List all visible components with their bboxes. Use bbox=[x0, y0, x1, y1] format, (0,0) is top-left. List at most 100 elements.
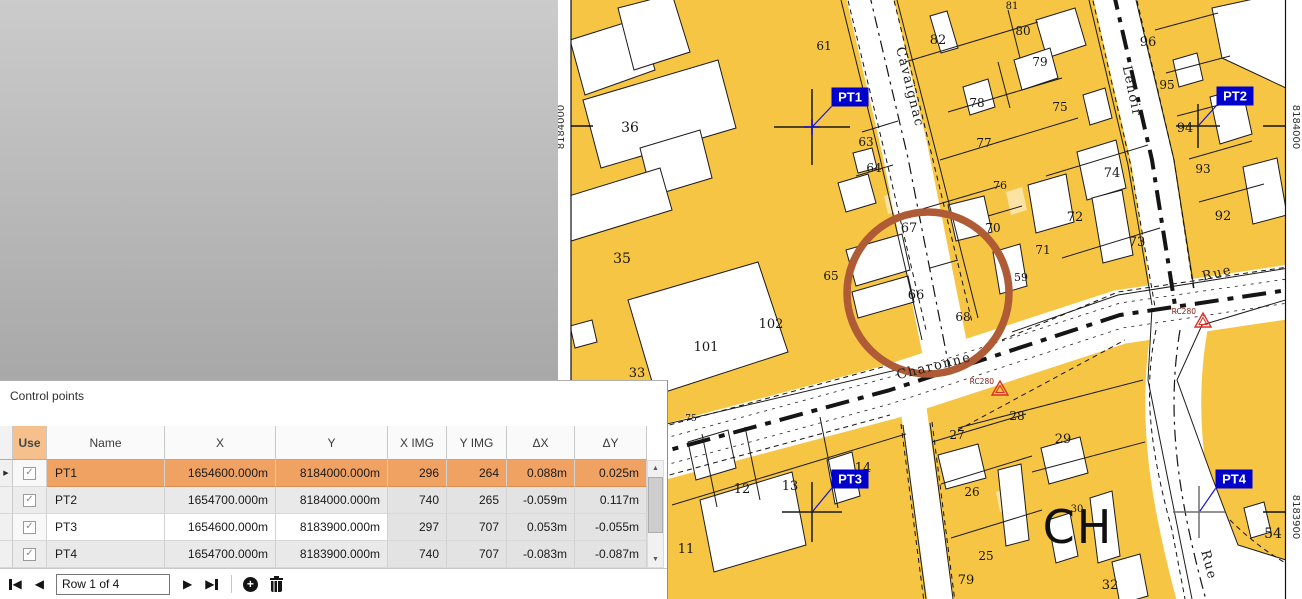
use-cell: ✓ bbox=[13, 487, 47, 514]
column-header-use[interactable]: Use bbox=[13, 426, 47, 460]
parcel-label: 77 bbox=[976, 136, 991, 150]
table-scrollbar[interactable]: ▲ ▼ bbox=[647, 460, 664, 568]
toolbar-separator bbox=[231, 575, 232, 593]
cell-name[interactable]: PT4 bbox=[47, 541, 165, 568]
coordinate-label: 8183900 bbox=[1290, 495, 1301, 540]
parcel-label: 73 bbox=[1129, 235, 1146, 250]
first-bar-icon bbox=[9, 579, 12, 590]
parcel-label: 75 bbox=[685, 414, 697, 424]
cell-δx[interactable]: -0.083m bbox=[507, 541, 575, 568]
cell-x-img[interactable]: 297 bbox=[388, 514, 447, 541]
cell-y[interactable]: 8184000.000m bbox=[276, 460, 388, 487]
cell-x[interactable]: 1654600.000m bbox=[165, 460, 276, 487]
application-window: 3635331011021112131461818280797877757663… bbox=[0, 0, 1302, 599]
cell-x-img[interactable]: 296 bbox=[388, 460, 447, 487]
column-header-δy[interactable]: ΔY bbox=[575, 426, 647, 460]
cell-x[interactable]: 1654700.000m bbox=[165, 541, 276, 568]
row-indicator-cell[interactable] bbox=[0, 514, 13, 541]
cell-δx[interactable]: 0.053m bbox=[507, 514, 575, 541]
parcel-label: 13 bbox=[782, 479, 799, 494]
scroll-up-icon[interactable]: ▲ bbox=[648, 461, 663, 476]
cell-name[interactable]: PT3 bbox=[47, 514, 165, 541]
use-checkbox[interactable]: ✓ bbox=[23, 521, 36, 534]
cell-name[interactable]: PT2 bbox=[47, 487, 165, 514]
parcel-label: 54 bbox=[1264, 526, 1282, 542]
column-header-x-img[interactable]: X IMG bbox=[388, 426, 447, 460]
parcel-label: 102 bbox=[759, 317, 784, 332]
cell-y[interactable]: 8184000.000m bbox=[276, 487, 388, 514]
row-status-input[interactable] bbox=[56, 574, 170, 595]
column-header-x[interactable]: X bbox=[165, 426, 276, 460]
district-label: CH bbox=[1043, 500, 1114, 554]
parcel-label: 80 bbox=[1015, 24, 1030, 38]
cell-y[interactable]: 8183900.000m bbox=[276, 541, 388, 568]
parcel-label: 26 bbox=[964, 485, 979, 499]
column-header-y[interactable]: Y bbox=[276, 426, 388, 460]
delete-point-button[interactable] bbox=[270, 576, 283, 592]
map-viewport[interactable]: 3635331011021112131461818280797877757663… bbox=[558, 0, 1302, 599]
column-header-δx[interactable]: ΔX bbox=[507, 426, 575, 460]
control-point-label: PT1 bbox=[838, 90, 862, 105]
parcel-label: 67 bbox=[901, 221, 918, 236]
next-triangle-icon: ▶ bbox=[183, 578, 192, 590]
scroll-down-icon[interactable]: ▼ bbox=[648, 552, 663, 567]
cell-x[interactable]: 1654600.000m bbox=[165, 514, 276, 541]
parcel-label: 96 bbox=[1140, 35, 1157, 50]
use-checkbox[interactable]: ✓ bbox=[23, 467, 36, 480]
row-indicator-cell[interactable] bbox=[0, 487, 13, 514]
parcel-label: 82 bbox=[930, 33, 947, 48]
scrollbar-thumb[interactable] bbox=[648, 477, 663, 533]
cell-x-img[interactable]: 740 bbox=[388, 487, 447, 514]
parcel-label: 71 bbox=[1035, 243, 1050, 257]
parcel-label: 25 bbox=[978, 549, 993, 563]
column-header-name[interactable]: Name bbox=[47, 426, 165, 460]
record-navigation-toolbar: ◀ ◀ ▶ ▶ + bbox=[0, 568, 667, 599]
parcel-label: 68 bbox=[955, 310, 970, 324]
parcel-label: 72 bbox=[1067, 210, 1084, 225]
parcel-label: 59 bbox=[1014, 271, 1028, 284]
cell-δy[interactable]: -0.055m bbox=[575, 514, 647, 541]
add-point-button[interactable]: + bbox=[243, 577, 258, 592]
column-header-y-img[interactable]: Y IMG bbox=[447, 426, 507, 460]
parcel-label: 65 bbox=[823, 269, 838, 283]
control-point-label: PT2 bbox=[1223, 89, 1247, 104]
use-checkbox[interactable]: ✓ bbox=[23, 548, 36, 561]
last-row-button[interactable]: ▶ bbox=[205, 578, 218, 590]
last-triangle-icon: ▶ bbox=[205, 578, 214, 590]
parcel-label: 78 bbox=[969, 96, 984, 110]
cell-δy[interactable]: 0.025m bbox=[575, 460, 647, 487]
cell-y-img[interactable]: 265 bbox=[447, 487, 507, 514]
cell-x-img[interactable]: 740 bbox=[388, 541, 447, 568]
cell-name[interactable]: PT1 bbox=[47, 460, 165, 487]
first-row-button[interactable]: ◀ bbox=[9, 578, 22, 590]
parcel-label: 81 bbox=[1006, 1, 1019, 12]
cell-δy[interactable]: -0.087m bbox=[575, 541, 647, 568]
cell-y-img[interactable]: 707 bbox=[447, 541, 507, 568]
cell-y-img[interactable]: 707 bbox=[447, 514, 507, 541]
cell-δy[interactable]: 0.117m bbox=[575, 487, 647, 514]
control-point-label: PT4 bbox=[1222, 472, 1247, 487]
cell-y[interactable]: 8183900.000m bbox=[276, 514, 388, 541]
first-triangle-icon: ◀ bbox=[13, 578, 22, 590]
row-indicator-cell[interactable] bbox=[0, 541, 13, 568]
coordinate-label: 8184000 bbox=[558, 105, 567, 150]
map-drawing: 3635331011021112131461818280797877757663… bbox=[558, 0, 1302, 599]
cell-δx[interactable]: 0.088m bbox=[507, 460, 575, 487]
row-indicator-cell[interactable]: ▶ bbox=[0, 460, 13, 487]
parcel-label: 92 bbox=[1215, 209, 1232, 224]
cell-y-img[interactable]: 264 bbox=[447, 460, 507, 487]
control-point-label: PT3 bbox=[838, 472, 862, 487]
parcel-label: 33 bbox=[629, 366, 646, 381]
cell-x[interactable]: 1654700.000m bbox=[165, 487, 276, 514]
use-checkbox[interactable]: ✓ bbox=[23, 494, 36, 507]
current-row-arrow-icon: ▶ bbox=[3, 469, 8, 477]
previous-row-button[interactable]: ◀ bbox=[35, 578, 44, 590]
empty-workspace bbox=[0, 0, 558, 380]
panel-title: Control points bbox=[10, 389, 84, 403]
parcel-label: 70 bbox=[985, 221, 1000, 235]
cell-δx[interactable]: -0.059m bbox=[507, 487, 575, 514]
parcel-label: 75 bbox=[1052, 100, 1067, 114]
next-row-button[interactable]: ▶ bbox=[183, 578, 192, 590]
parcel-label: 32 bbox=[1102, 578, 1119, 593]
control-points-table: UseNameXYX IMGY IMGΔXΔY ▶ ✓ PT11654600.000m… bbox=[0, 426, 647, 568]
